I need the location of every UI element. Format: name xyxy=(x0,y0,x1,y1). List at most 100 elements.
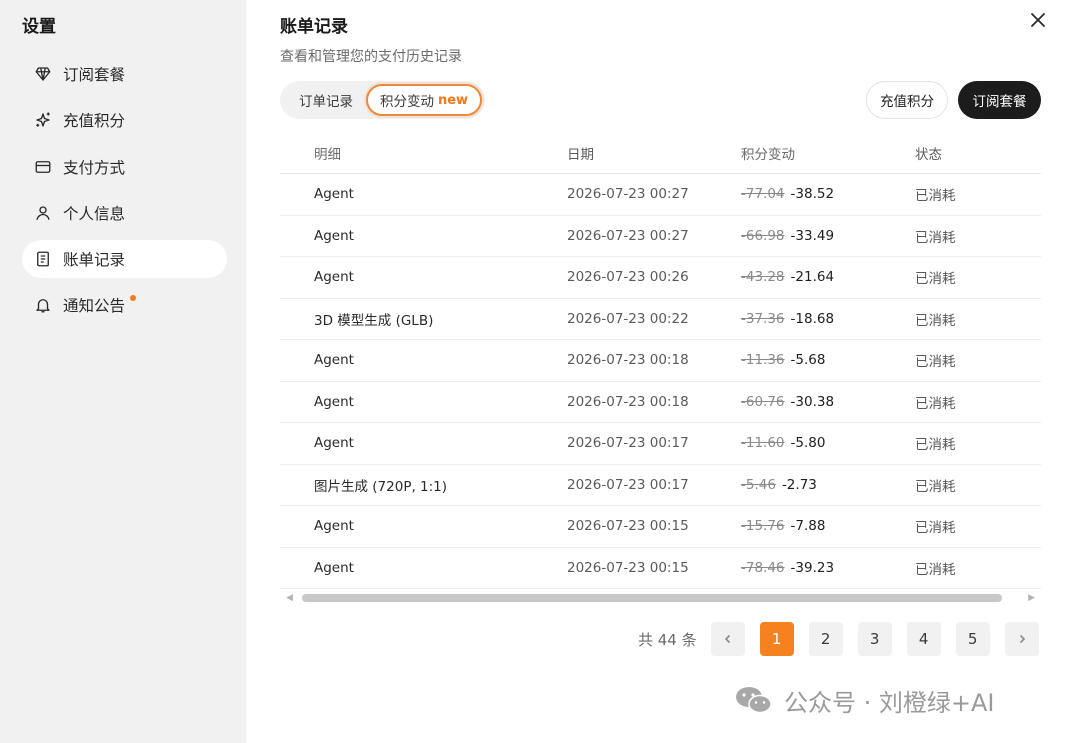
row-detail: Agent xyxy=(314,227,354,244)
original-points: -11.60 xyxy=(741,435,785,452)
table-row: Agent 2026-07-23 00:27 -66.98 -33.49 已消耗 xyxy=(280,216,1041,257)
sidebar-item-profile[interactable]: 个人信息 xyxy=(22,194,227,232)
table-row: 3D 模型生成 (GLB) 2026-07-23 00:22 -37.36 -18.6… xyxy=(280,299,1041,340)
sidebar-item-recharge[interactable]: 充值积分 xyxy=(22,101,227,139)
table-row: Agent 2026-07-23 00:15 -15.76 -7.88 已消耗 xyxy=(280,506,1041,548)
final-points: -5.68 xyxy=(790,352,826,369)
main-panel: 账单记录 查看和管理您的支付历史记录 订单记录 积分变动 new 充值积分 订阅… xyxy=(246,0,1080,743)
recharge-points-button[interactable]: 充值积分 xyxy=(866,81,948,119)
watermark: 公众号 · 刘橙绿+AI xyxy=(734,682,995,718)
final-points: -18.68 xyxy=(790,310,835,327)
new-badge: new xyxy=(437,92,469,108)
horizontal-scrollbar[interactable]: ◀ ▶ xyxy=(280,590,1041,606)
page-button-5[interactable]: 5 xyxy=(955,622,990,656)
row-detail: Agent xyxy=(314,518,354,535)
row-detail: Agent xyxy=(314,559,354,576)
sidebar-item-label: 账单记录 xyxy=(63,251,126,270)
final-points: -30.38 xyxy=(790,393,835,410)
page-button-3[interactable]: 3 xyxy=(857,622,892,656)
chevron-left-icon xyxy=(724,634,730,644)
pagination: 共 44 条 1 2 3 4 5 xyxy=(638,622,1039,656)
page-button-1[interactable]: 1 xyxy=(759,622,794,656)
row-detail: Agent xyxy=(314,186,354,203)
row-status: 已消耗 xyxy=(915,271,956,288)
original-points: -5.46 xyxy=(741,476,776,493)
row-date: 2026-07-23 00:27 xyxy=(567,186,689,203)
sidebar-item-label: 订阅套餐 xyxy=(63,66,126,84)
page-button-2[interactable]: 2 xyxy=(808,622,843,656)
sidebar-item-notifications[interactable]: 通知公告 xyxy=(22,286,227,324)
final-points: -7.88 xyxy=(790,518,826,535)
watermark-text: 公众号 · 刘橙绿+AI xyxy=(784,688,995,717)
sidebar-item-label: 通知公告 xyxy=(63,297,126,316)
row-date: 2026-07-23 00:17 xyxy=(567,476,689,493)
tab-orders[interactable]: 订单记录 xyxy=(286,84,366,116)
scroll-left-icon[interactable]: ◀ xyxy=(286,593,293,603)
scrollbar-thumb[interactable] xyxy=(302,594,1002,602)
table-row: Agent 2026-07-23 00:26 -43.28 -21.64 已消耗 xyxy=(280,257,1041,299)
record-type-tabs: 订单记录 积分变动 new xyxy=(280,81,485,119)
sidebar-item-subscription[interactable]: 订阅套餐 xyxy=(22,55,227,93)
column-header-points: 积分变动 xyxy=(741,147,795,163)
row-points: -60.76 -30.38 xyxy=(741,394,915,410)
row-status: 已消耗 xyxy=(915,312,956,329)
row-date: 2026-07-23 00:15 xyxy=(567,559,689,576)
original-points: -66.98 xyxy=(741,227,785,244)
notification-dot xyxy=(130,295,136,302)
final-points: -5.80 xyxy=(790,435,826,452)
diamond-icon xyxy=(34,65,52,83)
sidebar-item-label: 个人信息 xyxy=(63,204,126,223)
sidebar-item-label: 充值积分 xyxy=(63,112,126,131)
row-detail: Agent xyxy=(314,435,354,452)
table-row: 图片生成 (720P, 1:1) 2026-07-23 00:17 -5.46 -2.… xyxy=(280,465,1041,506)
row-date: 2026-07-23 00:22 xyxy=(567,310,689,327)
sparkle-icon xyxy=(34,111,52,129)
tab-label: 积分变动 xyxy=(379,94,434,110)
scroll-right-icon[interactable]: ▶ xyxy=(1028,593,1035,603)
row-points: -37.36 -18.68 xyxy=(741,311,915,327)
row-detail: 3D 模型生成 (GLB) xyxy=(314,312,434,329)
sidebar-item-billing[interactable]: 账单记录 xyxy=(22,240,227,279)
close-button[interactable] xyxy=(1028,10,1048,30)
original-points: -15.76 xyxy=(741,518,785,535)
row-status: 已消耗 xyxy=(915,188,956,205)
bell-icon xyxy=(34,296,52,314)
table-body: Agent 2026-07-23 00:27 -77.04 -38.52 已消耗 Agen… xyxy=(280,174,1041,589)
table-row: Agent 2026-07-23 00:17 -11.60 -5.80 已消耗 xyxy=(280,423,1041,465)
row-status: 已消耗 xyxy=(915,354,956,371)
tab-points-changes[interactable]: 积分变动 new xyxy=(366,84,482,116)
row-date: 2026-07-23 00:26 xyxy=(567,269,689,286)
table-header: 明细 日期 积分变动 状态 xyxy=(280,133,1041,174)
final-points: -39.23 xyxy=(790,559,835,576)
total-count: 共 44 条 xyxy=(638,630,697,649)
chevron-right-icon xyxy=(1019,634,1025,644)
prev-page-button[interactable] xyxy=(710,622,745,656)
final-points: -38.52 xyxy=(790,186,835,203)
original-points: -43.28 xyxy=(741,269,785,286)
sidebar-title: 设置 xyxy=(22,17,56,37)
final-points: -2.73 xyxy=(781,476,817,493)
column-header-date: 日期 xyxy=(567,147,594,163)
table-row: Agent 2026-07-23 00:18 -11.36 -5.68 已消耗 xyxy=(280,340,1041,382)
row-date: 2026-07-23 00:27 xyxy=(567,227,689,244)
billing-table: 明细 日期 积分变动 状态 Agent 2026-07-23 00:27 -77.0… xyxy=(280,133,1041,589)
row-points: -11.60 -5.80 xyxy=(741,435,915,451)
row-status: 已消耗 xyxy=(915,437,956,454)
row-points: -77.04 -38.52 xyxy=(741,186,915,202)
table-row: Agent 2026-07-23 00:15 -78.46 -39.23 已消耗 xyxy=(280,548,1041,589)
column-header-detail: 明细 xyxy=(314,147,341,163)
row-points: -11.36 -5.68 xyxy=(741,352,915,368)
row-date: 2026-07-23 00:18 xyxy=(567,393,689,410)
sidebar-item-payment[interactable]: 支付方式 xyxy=(22,148,227,186)
row-date: 2026-07-23 00:18 xyxy=(567,352,689,369)
row-points: -15.76 -7.88 xyxy=(741,518,915,534)
subscribe-plan-button[interactable]: 订阅套餐 xyxy=(958,81,1041,119)
row-detail: Agent xyxy=(314,269,354,286)
row-detail: Agent xyxy=(314,352,354,369)
next-page-button[interactable] xyxy=(1004,622,1039,656)
receipt-icon xyxy=(34,250,52,268)
original-points: -77.04 xyxy=(741,186,785,203)
original-points: -37.36 xyxy=(741,310,785,327)
page-button-4[interactable]: 4 xyxy=(906,622,941,656)
credit-card-icon xyxy=(34,158,52,176)
